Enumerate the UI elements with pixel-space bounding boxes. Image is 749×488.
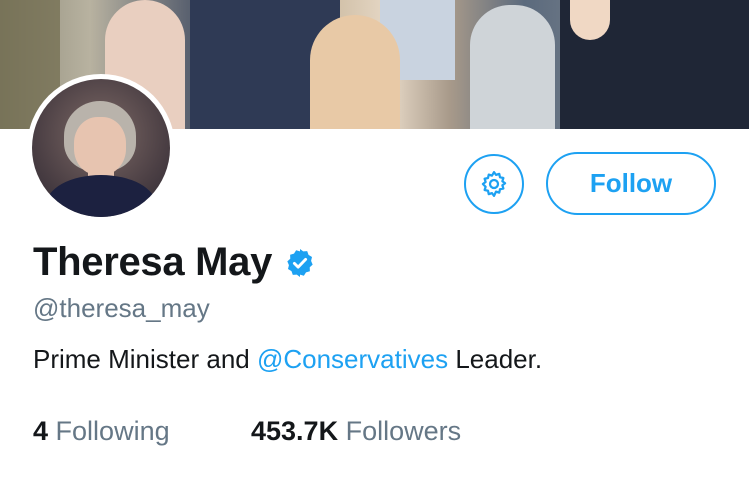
followers-stat-link[interactable]: 453.7K Followers (251, 416, 461, 447)
avatar-image (32, 79, 170, 217)
profile-name: Theresa May (33, 240, 316, 285)
following-count: 4 (33, 416, 49, 446)
bio-prefix: Prime Minister and (33, 344, 257, 374)
settings-button[interactable] (464, 154, 524, 214)
banner-figure-5 (310, 15, 400, 129)
avatar-body (46, 175, 156, 217)
followers-count: 453.7K (251, 416, 339, 446)
bio-suffix: Leader. (448, 344, 543, 374)
banner-figure-8 (570, 0, 610, 40)
avatar[interactable] (27, 74, 175, 222)
bio-mention-link[interactable]: @Conservatives (257, 344, 448, 374)
follow-button-label: Follow (589, 168, 673, 198)
follow-button[interactable]: Follow (546, 152, 716, 215)
display-name: Theresa May (33, 240, 273, 284)
avatar-face (74, 117, 126, 175)
profile-handle: @theresa_may (33, 293, 210, 323)
following-stat-link[interactable]: 4 Following (33, 416, 170, 447)
following-label: Following (55, 416, 170, 446)
profile-bio: Prime Minister and @Conservatives Leader… (33, 344, 542, 375)
gear-icon (481, 171, 507, 197)
verified-badge-icon (287, 248, 313, 277)
banner-figure-6 (470, 5, 555, 129)
followers-label: Followers (345, 416, 462, 446)
